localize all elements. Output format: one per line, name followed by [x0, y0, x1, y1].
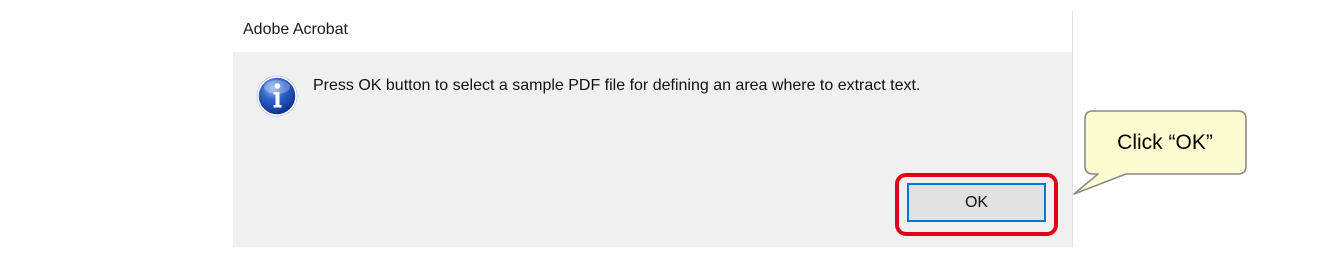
message-dialog: Adobe Acrobat Press OK button to select … — [233, 10, 1073, 247]
info-icon — [256, 75, 298, 117]
page: Adobe Acrobat Press OK button to select … — [0, 0, 1321, 258]
callout-bubble — [1073, 110, 1247, 195]
dialog-message: Press OK button to select a sample PDF f… — [313, 77, 921, 94]
callout-text: Click “OK” — [1117, 131, 1213, 154]
dialog-title: Adobe Acrobat — [243, 21, 348, 38]
ok-button[interactable]: OK — [907, 183, 1046, 222]
title-bar: Adobe Acrobat — [233, 10, 1072, 52]
